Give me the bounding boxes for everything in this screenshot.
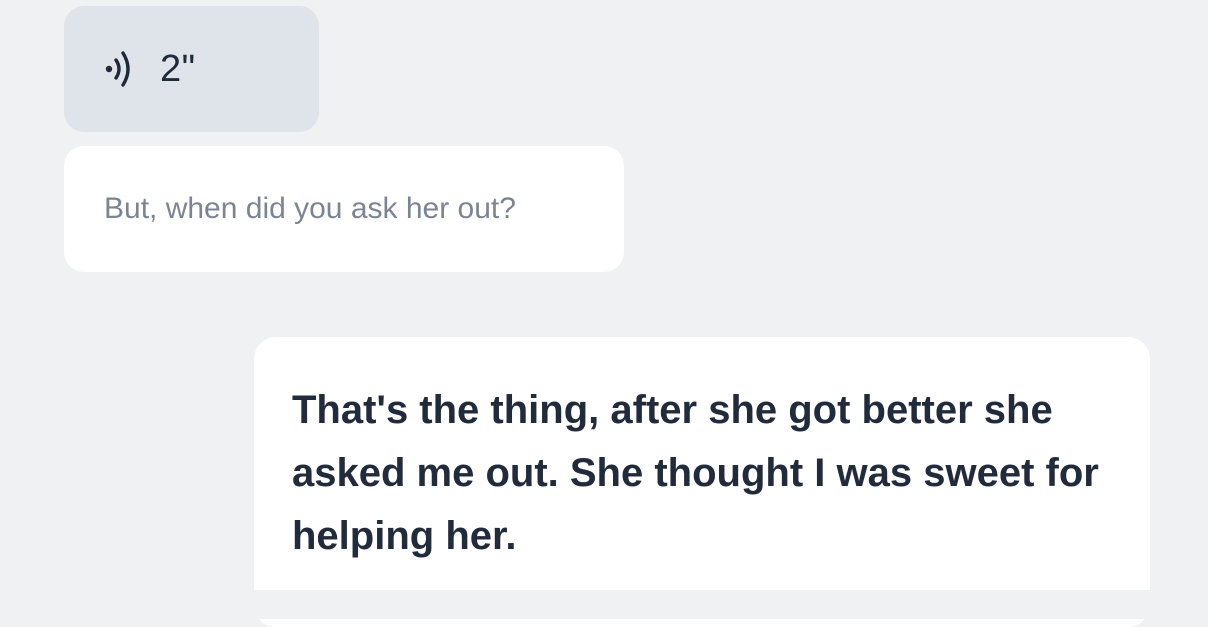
reply-message-bubble: That's the thing, after she got better s… [254,337,1150,627]
audio-duration: 2" [160,47,196,90]
sound-wave-icon [102,47,146,91]
audio-message-bubble[interactable]: 2" [64,6,319,132]
background-strip [0,590,1208,619]
translation-text: But, when did you ask her out? [104,192,516,225]
translation-bubble: But, when did you ask her out? [64,146,624,272]
reply-text: That's the thing, after she got better s… [292,388,1099,558]
